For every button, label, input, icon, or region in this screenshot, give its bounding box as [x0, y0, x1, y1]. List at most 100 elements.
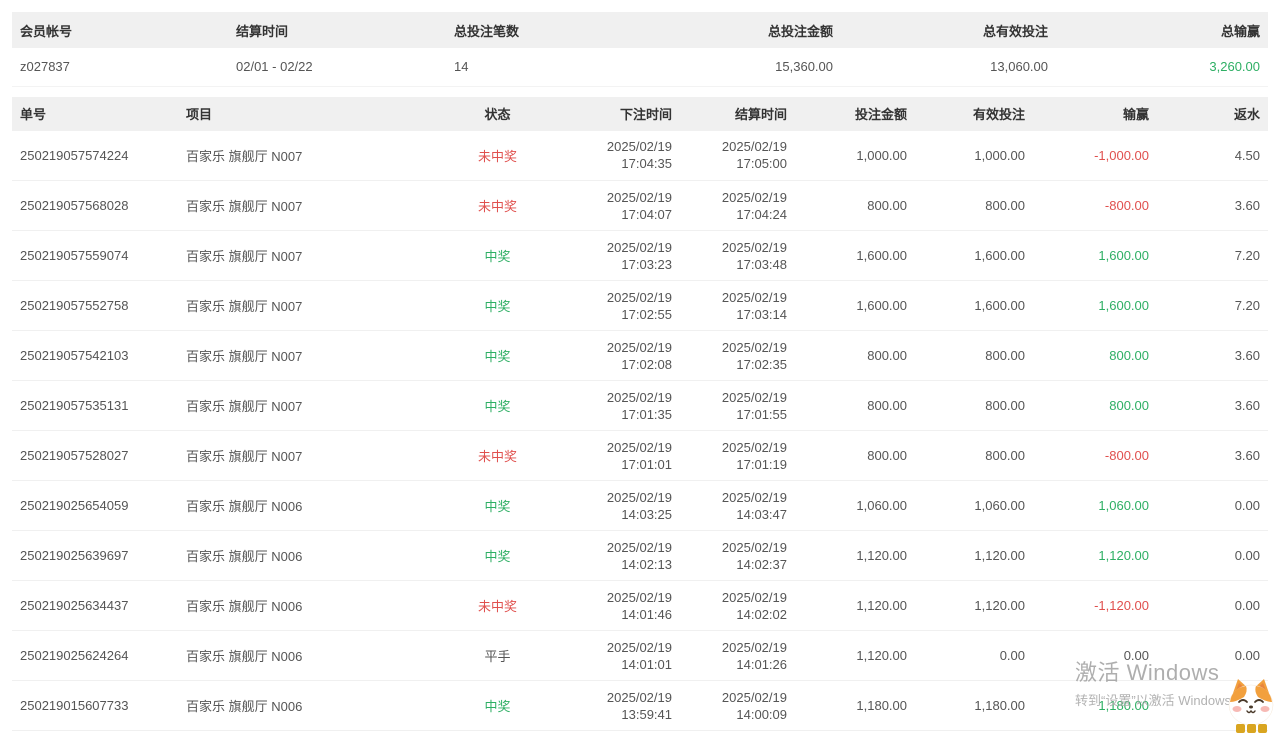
- summary-valid-bet: 13,060.00: [841, 48, 1056, 86]
- summary-header-bet-amount: 总投注金额: [656, 12, 841, 48]
- winloss-amount: 0.00: [1033, 631, 1157, 681]
- bet-amount: 800.00: [795, 381, 915, 431]
- summary-bet-count: 14: [446, 48, 656, 86]
- col-header-winloss: 输赢: [1033, 97, 1157, 131]
- settle-time: 2025/02/19 14:02:37: [680, 531, 795, 581]
- settle-time: 2025/02/19 17:02:35: [680, 331, 795, 381]
- settle-time: 2025/02/19 14:02:02: [680, 581, 795, 631]
- order-number: 250219025639697: [12, 531, 178, 581]
- winloss-amount: 1,180.00: [1033, 681, 1157, 731]
- bet-time: 2025/02/19 14:01:01: [555, 631, 680, 681]
- rebate-amount: 0.00: [1157, 531, 1268, 581]
- table-row: 250219057542103 百家乐 旗舰厅 N007 中奖 2025/02/…: [12, 331, 1268, 381]
- status-badge: 平手: [440, 631, 555, 681]
- winloss-amount: 1,600.00: [1033, 231, 1157, 281]
- bet-amount: 1,180.00: [795, 681, 915, 731]
- summary-period: 02/01 - 02/22: [228, 48, 446, 86]
- winloss-amount: 1,120.00: [1033, 531, 1157, 581]
- valid-bet: 1,120.00: [915, 581, 1033, 631]
- col-header-settle-time: 结算时间: [680, 97, 795, 131]
- settle-time: 2025/02/19 14:03:47: [680, 481, 795, 531]
- summary-header-account: 会员帐号: [12, 12, 228, 48]
- bet-amount: 1,120.00: [795, 631, 915, 681]
- summary-header-row: 会员帐号 结算时间 总投注笔数 总投注金额 总有效投注 总输赢: [12, 12, 1268, 48]
- bet-amount: 1,120.00: [795, 531, 915, 581]
- status-badge: 中奖: [440, 681, 555, 731]
- table-row: 250219057528027 百家乐 旗舰厅 N007 未中奖 2025/02…: [12, 431, 1268, 481]
- order-number: 250219057574224: [12, 131, 178, 181]
- status-badge: 中奖: [440, 331, 555, 381]
- valid-bet: 1,000.00: [915, 131, 1033, 181]
- bet-time: 2025/02/19 14:01:46: [555, 581, 680, 631]
- summary-account: z027837: [12, 48, 228, 86]
- settle-time: 2025/02/19 17:03:48: [680, 231, 795, 281]
- table-row: 250219025639697 百家乐 旗舰厅 N006 中奖 2025/02/…: [12, 531, 1268, 581]
- settle-time: 2025/02/19 17:03:14: [680, 281, 795, 331]
- bet-records-page: 会员帐号 结算时间 总投注笔数 总投注金额 总有效投注 总输赢 z027837 …: [0, 0, 1280, 737]
- settle-time: 2025/02/19 14:01:26: [680, 631, 795, 681]
- table-row: 250219025624264 百家乐 旗舰厅 N006 平手 2025/02/…: [12, 631, 1268, 681]
- table-row: 250219057559074 百家乐 旗舰厅 N007 中奖 2025/02/…: [12, 231, 1268, 281]
- bet-amount: 1,600.00: [795, 231, 915, 281]
- table-row: 250219057552758 百家乐 旗舰厅 N007 中奖 2025/02/…: [12, 281, 1268, 331]
- bet-item: 百家乐 旗舰厅 N006: [178, 631, 440, 681]
- summary-bet-amount: 15,360.00: [656, 48, 841, 86]
- bet-amount: 1,600.00: [795, 281, 915, 331]
- order-number: 250219057528027: [12, 431, 178, 481]
- order-number: 250219057535131: [12, 381, 178, 431]
- shiba-dog-icon: [1222, 676, 1280, 737]
- col-header-valid: 有效投注: [915, 97, 1033, 131]
- status-badge: 未中奖: [440, 431, 555, 481]
- winloss-amount: 800.00: [1033, 381, 1157, 431]
- order-number: 250219057542103: [12, 331, 178, 381]
- order-number: 250219025634437: [12, 581, 178, 631]
- bet-time: 2025/02/19 17:01:35: [555, 381, 680, 431]
- order-number: 250219057568028: [12, 181, 178, 231]
- summary-header-winloss: 总输赢: [1056, 12, 1268, 48]
- bet-item: 百家乐 旗舰厅 N007: [178, 331, 440, 381]
- valid-bet: 1,600.00: [915, 281, 1033, 331]
- bet-time: 2025/02/19 17:02:55: [555, 281, 680, 331]
- bets-table: 单号 项目 状态 下注时间 结算时间 投注金额 有效投注 输赢 返水 25021…: [12, 97, 1268, 732]
- table-row: 250219025634437 百家乐 旗舰厅 N006 未中奖 2025/02…: [12, 581, 1268, 631]
- bet-time: 2025/02/19 14:03:25: [555, 481, 680, 531]
- status-badge: 未中奖: [440, 581, 555, 631]
- status-badge: 中奖: [440, 531, 555, 581]
- col-header-status: 状态: [440, 97, 555, 131]
- bet-item: 百家乐 旗舰厅 N006: [178, 481, 440, 531]
- rebate-amount: 7.20: [1157, 231, 1268, 281]
- settle-time: 2025/02/19 17:01:19: [680, 431, 795, 481]
- bet-item: 百家乐 旗舰厅 N007: [178, 431, 440, 481]
- bet-amount: 800.00: [795, 431, 915, 481]
- status-badge: 中奖: [440, 481, 555, 531]
- bet-time: 2025/02/19 13:59:41: [555, 681, 680, 731]
- rebate-amount: 3.60: [1157, 381, 1268, 431]
- bet-amount: 800.00: [795, 181, 915, 231]
- bet-time: 2025/02/19 17:04:07: [555, 181, 680, 231]
- status-badge: 中奖: [440, 281, 555, 331]
- col-header-item: 项目: [178, 97, 440, 131]
- valid-bet: 1,600.00: [915, 231, 1033, 281]
- rebate-amount: 0.00: [1157, 581, 1268, 631]
- table-row: 250219025654059 百家乐 旗舰厅 N006 中奖 2025/02/…: [12, 481, 1268, 531]
- rebate-amount: 3.60: [1157, 331, 1268, 381]
- bet-time: 2025/02/19 14:02:13: [555, 531, 680, 581]
- rebate-amount: 4.50: [1157, 131, 1268, 181]
- table-row: 250219057568028 百家乐 旗舰厅 N007 未中奖 2025/02…: [12, 181, 1268, 231]
- table-row: 250219015607733 百家乐 旗舰厅 N006 中奖 2025/02/…: [12, 681, 1268, 731]
- bet-time: 2025/02/19 17:02:08: [555, 331, 680, 381]
- valid-bet: 1,060.00: [915, 481, 1033, 531]
- winloss-amount: -800.00: [1033, 431, 1157, 481]
- bet-amount: 1,000.00: [795, 131, 915, 181]
- summary-header-valid-bet: 总有效投注: [841, 12, 1056, 48]
- valid-bet: 800.00: [915, 431, 1033, 481]
- winloss-amount: -1,000.00: [1033, 131, 1157, 181]
- col-header-bet-time: 下注时间: [555, 97, 680, 131]
- summary-header-bet-count: 总投注笔数: [446, 12, 656, 48]
- summary-winloss: 3,260.00: [1056, 48, 1268, 86]
- valid-bet: 1,120.00: [915, 531, 1033, 581]
- col-header-order: 单号: [12, 97, 178, 131]
- bet-item: 百家乐 旗舰厅 N006: [178, 681, 440, 731]
- settle-time: 2025/02/19 17:05:00: [680, 131, 795, 181]
- shiba-mascot-sticker[interactable]: [1222, 676, 1280, 737]
